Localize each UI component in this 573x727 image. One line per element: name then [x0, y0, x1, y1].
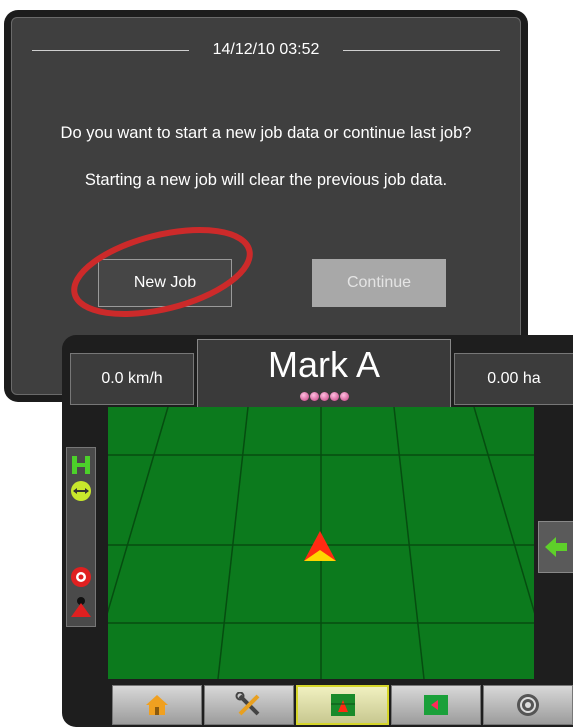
- mark-panel[interactable]: Mark A: [197, 339, 451, 411]
- tab-guidance[interactable]: [296, 685, 389, 725]
- continue-button[interactable]: Continue: [312, 259, 446, 307]
- map-icon: [423, 695, 448, 715]
- boomtoggle-icon[interactable]: [70, 566, 92, 588]
- speed-readout[interactable]: 0.0 km/h: [70, 353, 194, 405]
- header-line-left: [32, 49, 189, 51]
- vehicle-icon: [304, 531, 336, 561]
- position-dots: [198, 392, 450, 401]
- timestamp: 14/12/10 03:52: [212, 41, 320, 58]
- bottom-tab-bar: [112, 685, 573, 725]
- gauge-icon: [516, 694, 539, 716]
- field-grid: [108, 407, 534, 679]
- tab-gauge[interactable]: [482, 685, 573, 725]
- tab-tools[interactable]: [204, 685, 295, 725]
- left-arrow-button[interactable]: [538, 521, 573, 573]
- dot-icon: [319, 392, 329, 401]
- dot-icon: [299, 392, 309, 401]
- header-line-right: [343, 49, 501, 51]
- dot-icon: [339, 392, 349, 401]
- dot-icon: [329, 392, 339, 401]
- mark-label: Mark A: [267, 344, 381, 385]
- spray-icon[interactable]: [70, 596, 92, 618]
- dialog-warning: Starting a new job will clear the previo…: [84, 171, 448, 189]
- new-job-button[interactable]: New Job: [98, 259, 232, 307]
- tab-home[interactable]: [112, 685, 203, 725]
- tab-map[interactable]: [390, 685, 481, 725]
- dialog-question: Do you want to start a new job data or c…: [60, 124, 472, 142]
- area-readout[interactable]: 0.00 ha: [454, 353, 573, 405]
- tools-icon: [235, 692, 260, 716]
- guidance-screen: 0.0 km/h Mark A 0.00 ha: [62, 335, 573, 727]
- swath-width-icon[interactable]: [70, 480, 92, 502]
- home-icon: [146, 695, 169, 715]
- left-arrow-icon: [545, 537, 567, 557]
- side-toolbar: [66, 447, 96, 627]
- dot-icon: [309, 392, 319, 401]
- guidance-field[interactable]: [108, 407, 534, 679]
- dialog-header: 14/12/10 03:52: [32, 40, 501, 60]
- boom-status-icon[interactable]: [70, 454, 92, 476]
- guidance-view-icon: [330, 694, 355, 716]
